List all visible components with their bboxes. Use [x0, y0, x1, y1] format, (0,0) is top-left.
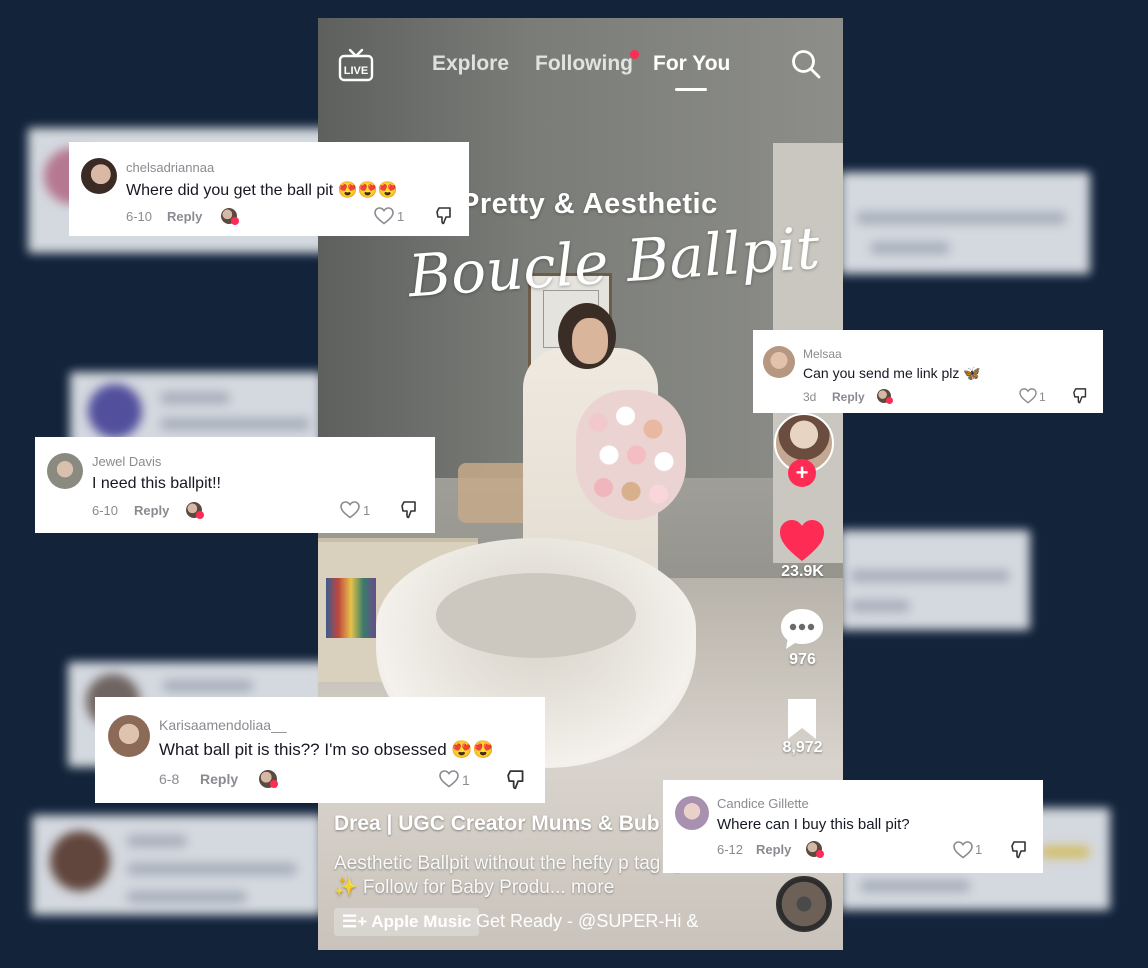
ballpit-inner	[436, 573, 636, 658]
blurred-comment-card	[32, 815, 322, 915]
blurred-comment-card	[840, 530, 1030, 630]
apple-music-label: Apple Music	[371, 912, 472, 931]
like-count: 23.9K	[781, 563, 824, 580]
tab-following[interactable]: Following	[535, 52, 633, 76]
avatar[interactable]	[675, 796, 709, 830]
creator-heart-icon	[231, 217, 239, 225]
live-tv-icon[interactable]: LIVE	[338, 48, 374, 82]
comment-username[interactable]: Candice Gillette	[717, 796, 809, 811]
dislike-icon[interactable]	[1011, 841, 1029, 859]
caption-author[interactable]: Drea | UGC Creator Mums & Bub	[334, 812, 660, 836]
like-heart-icon[interactable]	[1019, 388, 1037, 404]
comment-card: Karisaamendoliaa__ What ball pit is this…	[95, 697, 545, 803]
comment-card: chelsadriannaa Where did you get the bal…	[69, 142, 469, 236]
avatar[interactable]	[47, 453, 83, 489]
active-tab-indicator	[675, 88, 707, 91]
comment-like-count: 1	[1039, 390, 1046, 404]
music-track[interactable]: Get Ready - @SUPER-Hi &	[476, 911, 698, 932]
music-disc[interactable]	[776, 876, 832, 932]
comment-date: 6-10	[126, 209, 153, 224]
following-notification-dot	[630, 50, 639, 59]
apple-music-badge[interactable]: ☰+ Apple Music	[334, 908, 480, 936]
like-heart-icon[interactable]	[439, 770, 459, 788]
comment-text: Can you send me link plz 🦋	[803, 365, 981, 381]
comment-username[interactable]: Karisaamendoliaa__	[159, 717, 287, 733]
comment-date: 6-8	[159, 771, 180, 787]
like-heart-icon[interactable]	[953, 841, 973, 859]
comment-date: 6-10	[92, 503, 119, 518]
comment-text: Where can I buy this ball pit?	[717, 816, 910, 833]
comment-username[interactable]: Melsaa	[803, 347, 842, 361]
live-label: LIVE	[344, 65, 368, 77]
dislike-icon[interactable]	[1073, 388, 1089, 404]
comment-card: Jewel Davis I need this ballpit!! 6-10 R…	[35, 437, 435, 533]
follow-button[interactable]: +	[788, 459, 816, 487]
reply-button[interactable]: Reply	[832, 390, 865, 404]
comment-username[interactable]: chelsadriannaa	[126, 160, 214, 175]
comment-count: 976	[789, 651, 816, 668]
creator-heart-icon	[886, 397, 893, 404]
reply-button[interactable]: Reply	[200, 771, 238, 787]
creator-heart-icon	[816, 850, 824, 858]
search-icon[interactable]	[790, 48, 822, 80]
comment-card: Melsaa Can you send me link plz 🦋 3d Rep…	[753, 330, 1103, 413]
save-count: 8,972	[782, 739, 823, 756]
comment-text: Where did you get the ball pit 😍😍😍	[126, 182, 398, 199]
comment-like-count: 1	[363, 503, 371, 518]
reply-button[interactable]: Reply	[134, 503, 169, 518]
comment-icon[interactable]	[778, 607, 826, 651]
bookmark-icon[interactable]	[778, 697, 826, 741]
ball-bag	[576, 390, 686, 520]
comment-date: 6-12	[717, 842, 744, 857]
comment-like-count: 1	[397, 209, 405, 224]
like-heart-icon[interactable]	[340, 501, 360, 519]
avatar[interactable]	[81, 158, 117, 194]
top-nav: LIVE Explore Following For You	[318, 46, 843, 91]
playlist-add-icon: ☰+	[342, 912, 368, 931]
reply-button[interactable]: Reply	[167, 209, 202, 224]
dislike-icon[interactable]	[436, 207, 454, 225]
creator-heart-icon	[196, 511, 204, 519]
comment-text: I need this ballpit!!	[92, 475, 221, 492]
dislike-icon[interactable]	[507, 770, 527, 790]
tab-for-you[interactable]: For You	[653, 52, 730, 76]
heart-icon[interactable]	[778, 519, 826, 563]
reply-button[interactable]: Reply	[756, 842, 791, 857]
comment-like-count: 1	[975, 842, 983, 857]
comment-username[interactable]: Jewel Davis	[92, 454, 161, 469]
overlay-title-line1: Pretty & Aesthetic	[460, 188, 718, 220]
comment-card: Candice Gillette Where can I buy this ba…	[663, 780, 1043, 873]
comment-date: 3d	[803, 390, 817, 404]
blurred-comment-card	[840, 172, 1090, 274]
books	[326, 578, 376, 638]
like-heart-icon[interactable]	[374, 207, 394, 225]
comment-text: What ball pit is this?? I'm so obsessed …	[159, 740, 494, 759]
caption-text[interactable]: Aesthetic Ballpit without the hefty p ta…	[334, 852, 694, 900]
woman-face	[572, 318, 608, 364]
avatar[interactable]	[108, 715, 150, 757]
tab-explore[interactable]: Explore	[432, 52, 509, 76]
avatar[interactable]	[763, 346, 795, 378]
comment-like-count: 1	[462, 772, 470, 788]
dislike-icon[interactable]	[401, 501, 419, 519]
creator-heart-icon	[270, 780, 278, 788]
